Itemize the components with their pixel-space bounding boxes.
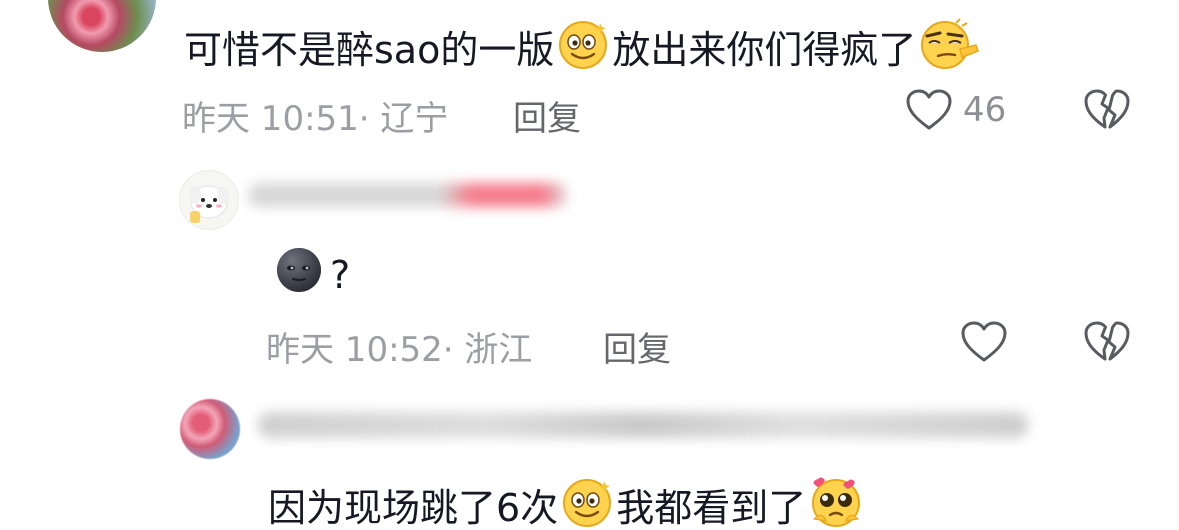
like-button[interactable]: 46: [905, 88, 1006, 132]
puppy-avatar-icon: [189, 185, 229, 223]
comment-section: 可惜不是醉sao的一版 放出来你们得疯了 昨天 10:51· 辽宁 回复 46 …: [0, 0, 1179, 530]
username-redacted: [248, 183, 568, 207]
heart-icon: [961, 321, 1007, 362]
avatar[interactable]: [180, 399, 240, 459]
comment-text-part: 我都看到了: [616, 485, 807, 530]
comment-text-part: 放出来你们得疯了: [612, 27, 917, 72]
comment-text: 因为现场跳了6次 我都看到了: [268, 475, 866, 530]
dislike-button[interactable]: [1083, 88, 1131, 136]
smile-emoji-icon: [560, 475, 614, 530]
avatar[interactable]: [179, 170, 239, 230]
pleading-emoji-icon: [808, 475, 864, 530]
comment-text: 可惜不是醉sao的一版 放出来你们得疯了: [184, 17, 982, 82]
broken-heart-icon: [1084, 89, 1130, 129]
username-redacted: [258, 412, 1028, 438]
reply-button[interactable]: 回复: [603, 322, 671, 371]
comment-text-part: ?: [330, 252, 351, 297]
smirk-emoji-icon: [918, 17, 980, 82]
comment-text: ?: [268, 244, 350, 305]
comment-time-location: 昨天 10:52· 浙江: [266, 330, 533, 370]
comment-text-part: 因为现场跳了6次: [268, 485, 559, 530]
avatar[interactable]: [48, 0, 156, 52]
comment-time-location: 昨天 10:51· 辽宁: [182, 99, 449, 139]
reply-button[interactable]: 回复: [513, 91, 581, 140]
comment-text-part: 可惜不是醉sao的一版: [184, 27, 555, 72]
like-count: 46: [963, 90, 1007, 130]
smile-emoji-icon: [556, 17, 610, 82]
dark-moon-face-emoji-icon: [270, 244, 328, 305]
heart-icon: [906, 89, 952, 130]
dislike-button[interactable]: [1083, 320, 1131, 368]
broken-heart-icon: [1084, 321, 1130, 361]
like-button[interactable]: [960, 320, 1008, 364]
